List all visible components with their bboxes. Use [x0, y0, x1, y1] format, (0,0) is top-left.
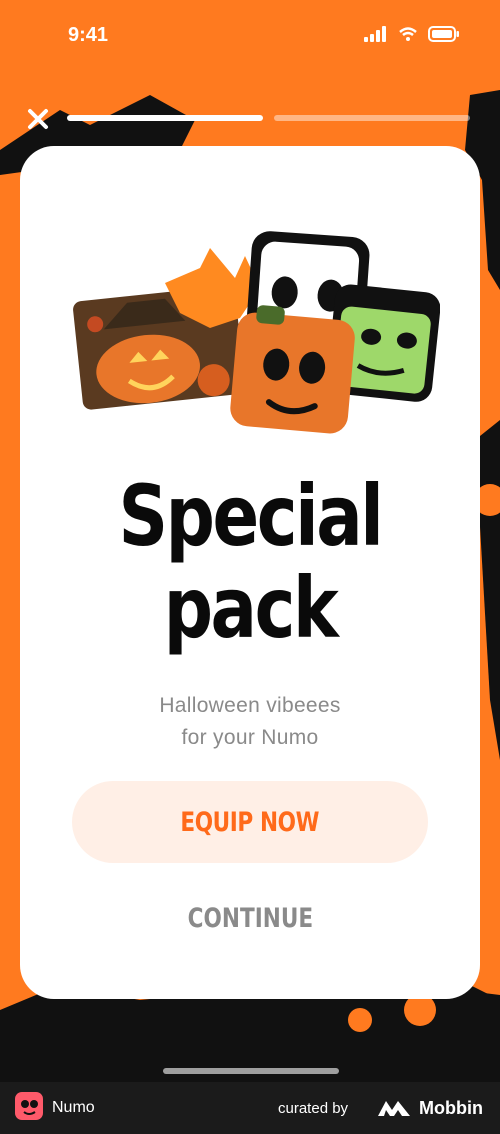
- curated-by-label: curated by: [278, 1100, 349, 1117]
- brand-name: Mobbin: [419, 1098, 483, 1118]
- continue-button[interactable]: CONTINUE: [150, 890, 350, 946]
- mobbin-logo-icon: [378, 1101, 410, 1116]
- battery-icon: [428, 26, 459, 42]
- wifi-icon: [399, 27, 417, 41]
- continue-label: CONTINUE: [187, 902, 313, 934]
- story-progress-1: [67, 115, 263, 121]
- halloween-pack-illustration: [70, 231, 440, 434]
- app-name: Numo: [52, 1099, 95, 1116]
- title-line-2: pack: [163, 559, 339, 657]
- footer-bar: Numo curated by Mobbin: [0, 1082, 500, 1134]
- subtitle-line-2: for your Numo: [181, 726, 319, 749]
- title-line-1: Special: [118, 467, 384, 565]
- status-bar: 9:41: [0, 0, 500, 80]
- home-indicator: [163, 1068, 339, 1074]
- close-button[interactable]: [26, 107, 50, 131]
- equip-now-button[interactable]: EQUIP NOW: [72, 781, 428, 863]
- status-icons: [364, 26, 460, 42]
- equip-now-label: EQUIP NOW: [180, 806, 320, 838]
- numo-app-icon: [15, 1092, 43, 1120]
- subtitle-line-1: Halloween vibeees: [159, 694, 341, 717]
- status-time: 9:41: [68, 24, 109, 46]
- close-icon: [28, 109, 48, 129]
- signal-icon: [364, 26, 386, 42]
- subtitle: Halloween vibeees for your Numo: [0, 690, 500, 754]
- story-progress-2: [274, 115, 470, 121]
